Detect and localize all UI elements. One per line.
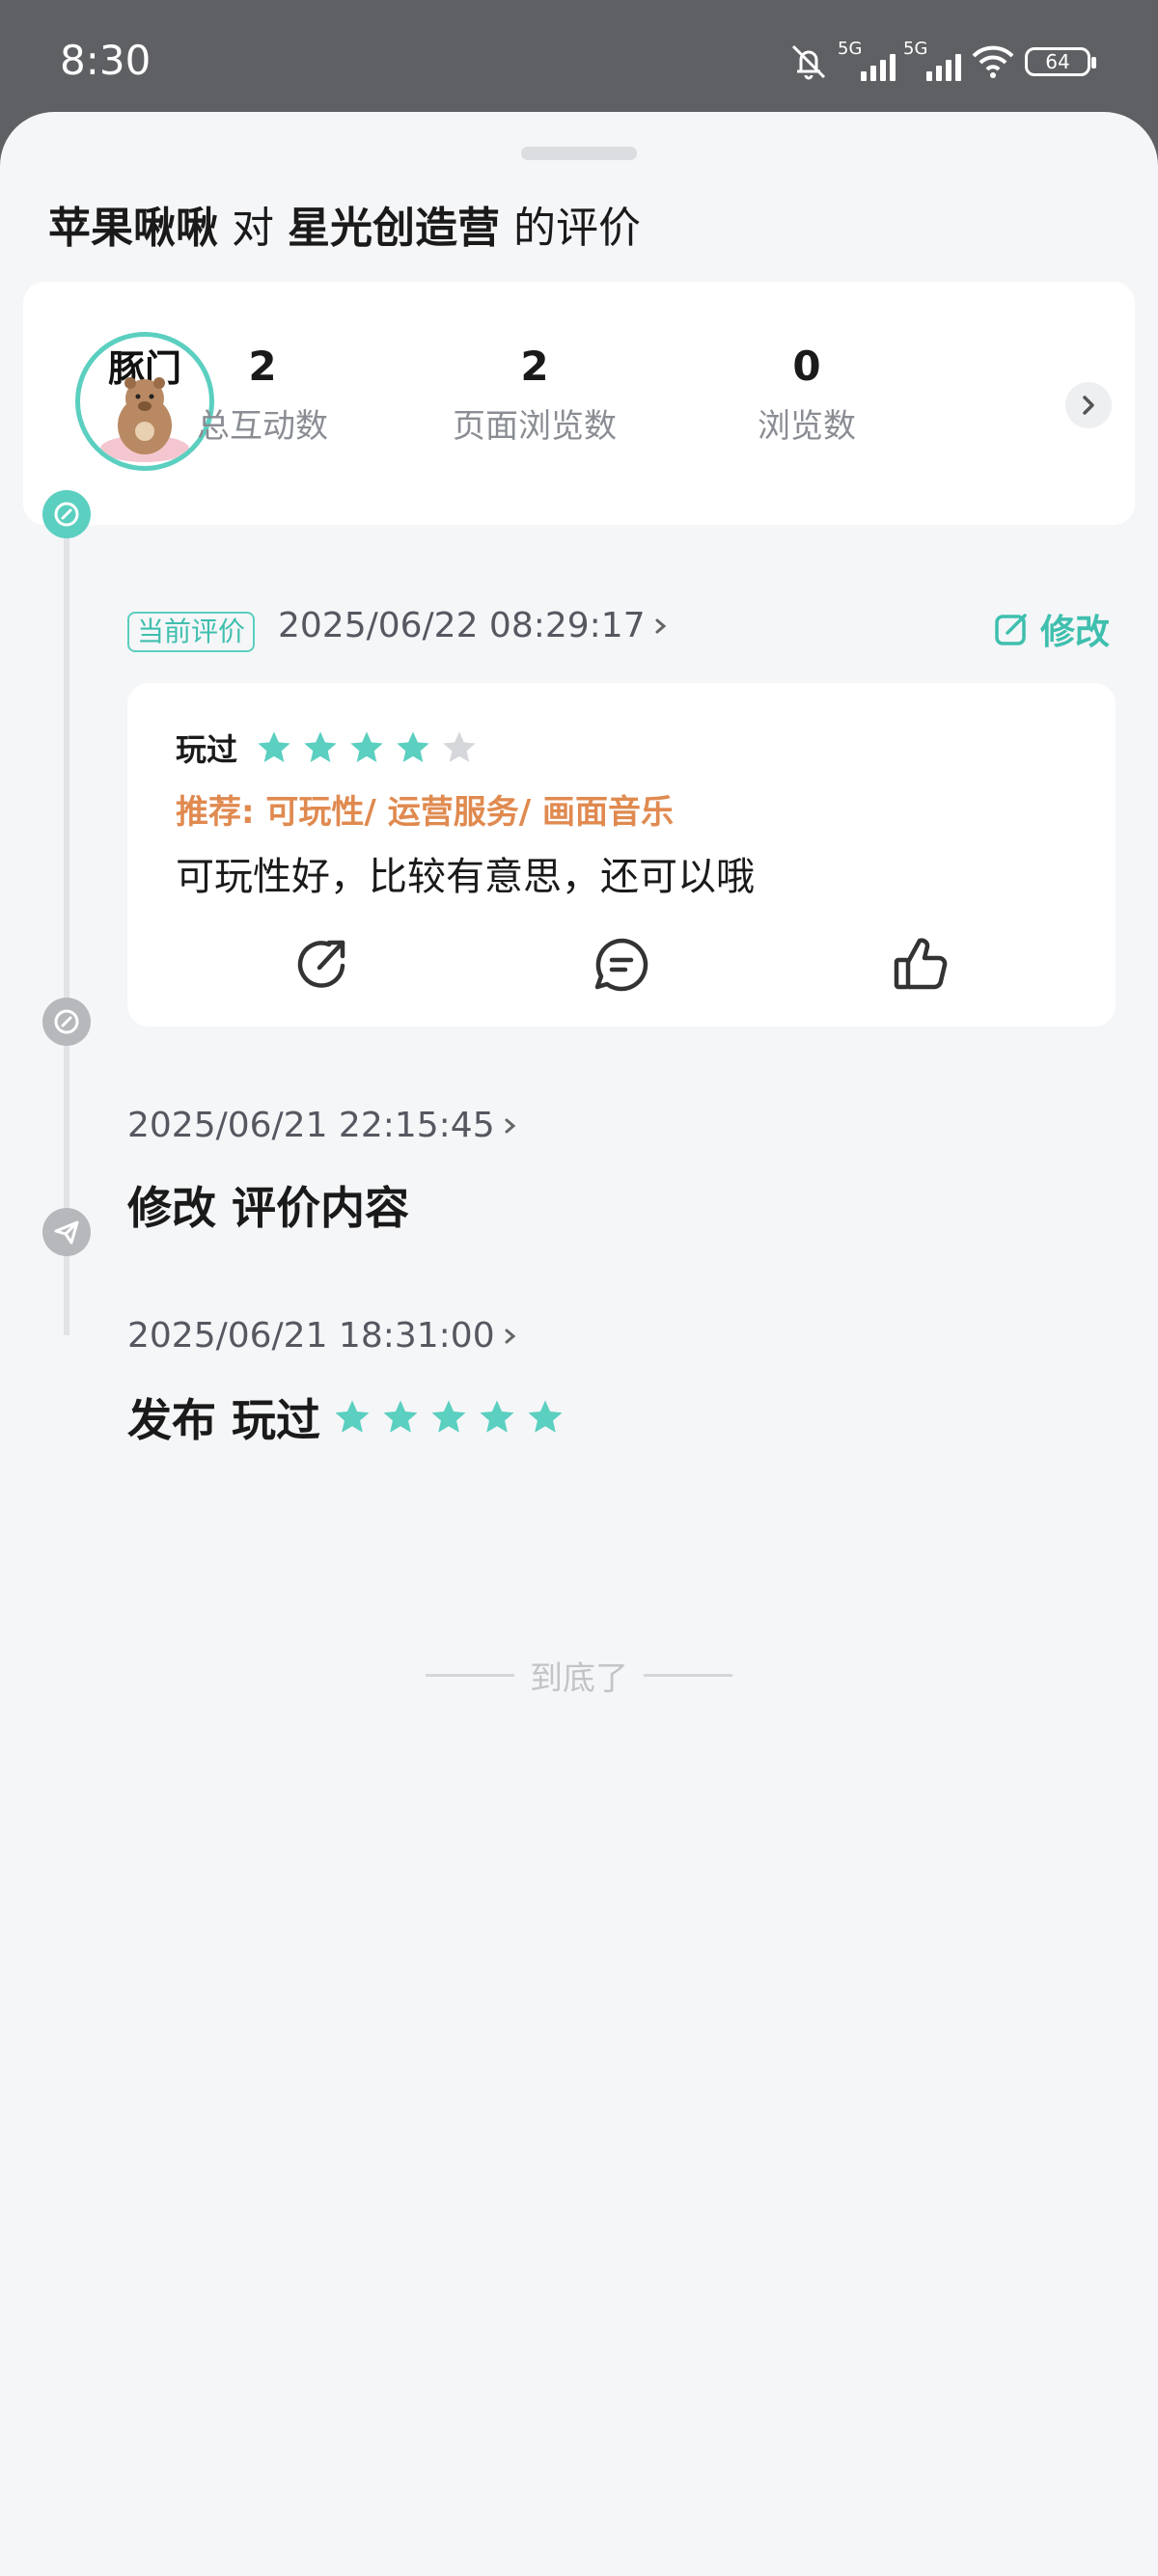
stat-views: 0 浏览数 xyxy=(758,343,856,447)
send-icon xyxy=(42,1208,91,1256)
share-button[interactable] xyxy=(284,926,361,1003)
status-time: 8:30 xyxy=(60,37,152,84)
star-icon xyxy=(528,1400,563,1433)
status-bar: 8:30 5G 5G 64 xyxy=(0,0,1158,116)
title-connector: 对 xyxy=(232,204,274,253)
star-icon xyxy=(304,731,337,762)
like-icon xyxy=(894,938,948,990)
edit-icon xyxy=(42,490,91,538)
chevron-right-icon xyxy=(655,618,666,633)
star-rating xyxy=(255,728,479,767)
history-date-2[interactable]: 2025/06/21 18:31:00 xyxy=(127,1316,518,1356)
drag-handle[interactable] xyxy=(521,147,637,160)
battery-icon: 64 xyxy=(1025,47,1096,76)
signal-icon: 5G xyxy=(903,39,961,81)
current-review-tag: 当前评价 xyxy=(127,612,256,652)
like-button[interactable] xyxy=(882,926,959,1003)
star-icon xyxy=(480,1400,514,1433)
end-of-list: 到底了 xyxy=(0,1652,1158,1699)
signal-icon: 5G xyxy=(838,39,896,81)
played-rating: 玩过 xyxy=(176,726,479,770)
edit-icon xyxy=(42,998,91,1046)
page-title: 苹果啾啾 对 星光创造营 的评价 xyxy=(48,193,641,255)
chevron-right-icon xyxy=(1083,396,1094,415)
review-sheet: 苹果啾啾 对 星光创造营 的评价 豚门 2 总互动数 2 页面浏览数 0 浏览数… xyxy=(0,112,1158,2576)
star-icon xyxy=(443,731,476,762)
edit-review-button[interactable]: 修改 xyxy=(992,604,1110,654)
stats-card[interactable]: 豚门 2 总互动数 2 页面浏览数 0 浏览数 xyxy=(23,282,1135,525)
history-action-2: 发布 玩过 xyxy=(127,1385,565,1449)
mute-icon xyxy=(791,44,826,80)
edit-icon xyxy=(995,614,1027,645)
recommend-tags: 推荐: 可玩性/ 运营服务/ 画面音乐 xyxy=(176,793,674,832)
share-icon xyxy=(297,940,345,988)
history-action-1: 修改 评价内容 xyxy=(127,1182,410,1234)
star-icon xyxy=(383,1400,418,1433)
history-date-1[interactable]: 2025/06/21 22:15:45 xyxy=(127,1106,518,1145)
stat-page-views: 2 页面浏览数 xyxy=(453,343,617,447)
current-review-date[interactable]: 2025/06/22 08:29:17 xyxy=(278,606,669,645)
review-card: 玩过 推荐: 可玩性/ 运营服务/ 画面音乐 可玩性好，比较有意思，还可以哦 xyxy=(127,683,1116,1027)
game-name[interactable]: 星光创造营 xyxy=(288,204,500,253)
chevron-right-icon xyxy=(505,1118,515,1133)
comment-button[interactable] xyxy=(583,926,660,1003)
star-rating xyxy=(332,1397,565,1438)
status-icons: 5G 5G 64 xyxy=(787,39,1096,81)
star-icon xyxy=(397,731,429,762)
stat-total-interactions: 2 总互动数 xyxy=(197,343,328,447)
reviewer-name[interactable]: 苹果啾啾 xyxy=(48,204,218,253)
review-actions xyxy=(127,926,1116,1003)
wifi-icon xyxy=(972,45,1014,78)
chevron-right-icon xyxy=(505,1329,515,1343)
stats-more-button[interactable] xyxy=(1065,382,1112,428)
star-icon xyxy=(335,1400,370,1433)
review-content: 可玩性好，比较有意思，还可以哦 xyxy=(176,855,755,899)
star-icon xyxy=(258,731,290,762)
star-icon xyxy=(431,1400,466,1433)
star-icon xyxy=(350,731,383,762)
title-suffix: 的评价 xyxy=(513,204,641,253)
comment-icon xyxy=(594,938,648,992)
